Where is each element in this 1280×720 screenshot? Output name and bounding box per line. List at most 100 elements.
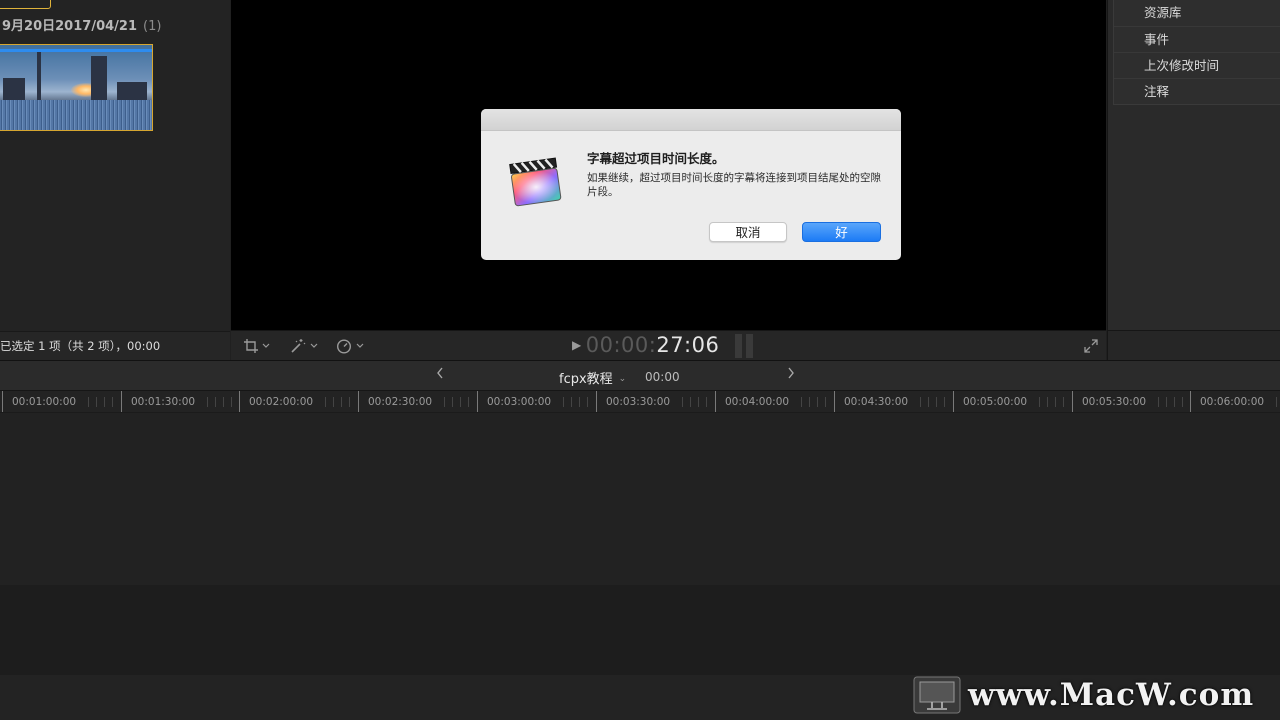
- transform-menu[interactable]: [243, 337, 270, 355]
- macw-logo-icon: [913, 676, 961, 714]
- ruler-tick: 00:05:30:00: [1072, 391, 1146, 412]
- watermark: www.MacW.com: [912, 672, 1280, 718]
- ruler-minor-tick: [1047, 397, 1048, 407]
- ruler-minor-tick: [223, 397, 224, 407]
- ruler-minor-tick: [88, 397, 89, 407]
- ruler-minor-tick: [1276, 397, 1277, 407]
- ruler-tick: 00:04:30:00: [834, 391, 908, 412]
- magic-wand-icon: [291, 339, 306, 353]
- ruler-minor-tick: [215, 397, 216, 407]
- project-selector[interactable]: fcpx教程 ⌄: [559, 368, 626, 387]
- ruler-minor-tick: [944, 397, 945, 407]
- thumbnail-pole: [37, 52, 41, 102]
- ruler-tick: 00:01:00:00: [2, 391, 76, 412]
- alert-dialog: 字幕超过项目时间长度。 如果继续，超过项目时间长度的字幕将连接到项目结尾处的空隙…: [481, 109, 901, 260]
- speedometer-icon: [336, 339, 352, 354]
- clip-selection-bar: [0, 49, 152, 52]
- timeline-track-area[interactable]: [0, 413, 1280, 585]
- ruler-minor-tick: [920, 397, 921, 407]
- ruler-minor-tick: [1158, 397, 1159, 407]
- ruler-minor-tick: [936, 397, 937, 407]
- ruler-minor-tick: [104, 397, 105, 407]
- ruler-tick: 00:06:00:00: [1190, 391, 1264, 412]
- ruler-minor-tick: [817, 397, 818, 407]
- sort-menu: 资源库 事件 上次修改时间 注释: [1113, 0, 1280, 105]
- ruler-minor-tick: [452, 397, 453, 407]
- timeline-header: fcpx教程 ⌄ 00:00: [0, 360, 1280, 391]
- ruler-minor-tick: [1174, 397, 1175, 407]
- chevron-down-icon: [310, 343, 318, 348]
- ruler-minor-tick: [825, 397, 826, 407]
- fullscreen-button[interactable]: [1084, 338, 1098, 357]
- ruler-minor-tick: [809, 397, 810, 407]
- chevron-right-icon: [788, 367, 794, 379]
- project-name: fcpx教程: [559, 372, 613, 387]
- browser-status-text: 已选定 1 项（共 2 项），00:00: [0, 331, 230, 360]
- crop-icon: [244, 339, 258, 353]
- event-group-title: 9月20日2017/04/21 (1): [2, 15, 161, 34]
- ruler-minor-tick: [1039, 397, 1040, 407]
- menu-item-notes[interactable]: 注释: [1114, 78, 1280, 104]
- project-duration: 00:00: [645, 370, 680, 384]
- clip-thumbnail[interactable]: [0, 44, 153, 131]
- clip-audio-waveform: [0, 100, 152, 130]
- ruler-minor-tick: [231, 397, 232, 407]
- ruler-minor-tick: [682, 397, 683, 407]
- enhance-menu[interactable]: [289, 337, 318, 355]
- menu-item-library[interactable]: 资源库: [1114, 0, 1280, 26]
- ruler-minor-tick: [1063, 397, 1064, 407]
- audio-meters[interactable]: [735, 334, 755, 358]
- ruler-minor-tick: [207, 397, 208, 407]
- ruler-minor-tick: [1055, 397, 1056, 407]
- ruler-tick: 00:05:00:00: [953, 391, 1027, 412]
- ruler-tick: 00:02:30:00: [358, 391, 432, 412]
- ruler-minor-tick: [563, 397, 564, 407]
- thumbnail-tower: [91, 56, 107, 102]
- ruler-tick: 00:01:30:00: [121, 391, 195, 412]
- browser-pane: 9月20日2017/04/21 (1) 已选定 1 项（共 2 项），00:00: [0, 0, 230, 360]
- menu-item-last-modified[interactable]: 上次修改时间: [1114, 52, 1280, 78]
- ruler-minor-tick: [468, 397, 469, 407]
- ruler-minor-tick: [325, 397, 326, 407]
- expand-icon: [1084, 339, 1098, 353]
- ruler-tick: 00:03:00:00: [477, 391, 551, 412]
- ruler-minor-tick: [587, 397, 588, 407]
- ruler-minor-tick: [690, 397, 691, 407]
- audio-meter-left: [735, 334, 742, 358]
- ruler-minor-tick: [1182, 397, 1183, 407]
- previous-project-button[interactable]: [436, 367, 444, 383]
- ruler-minor-tick: [460, 397, 461, 407]
- ruler-minor-tick: [571, 397, 572, 407]
- retime-menu[interactable]: [335, 337, 364, 355]
- ruler-minor-tick: [1166, 397, 1167, 407]
- next-project-button[interactable]: [787, 367, 795, 383]
- ruler-minor-tick: [698, 397, 699, 407]
- ruler-minor-tick: [112, 397, 113, 407]
- timeline-ruler[interactable]: 00:01:00:00 00:01:30:00 00:02:00:00 00:0…: [0, 391, 1280, 413]
- timecode-display[interactable]: ▶ 00:00:27:06: [572, 333, 719, 357]
- dialog-title: 字幕超过项目时间长度。: [587, 151, 725, 166]
- ruler-minor-tick: [333, 397, 334, 407]
- ok-button[interactable]: 好: [802, 222, 881, 242]
- ruler-minor-tick: [706, 397, 707, 407]
- ruler-minor-tick: [928, 397, 929, 407]
- cancel-button[interactable]: 取消: [709, 222, 787, 242]
- ruler-minor-tick: [579, 397, 580, 407]
- play-icon[interactable]: ▶: [572, 338, 582, 352]
- menu-item-event[interactable]: 事件: [1114, 26, 1280, 52]
- timecode-dim-part: 00:00:: [585, 333, 657, 357]
- ruler-tick: 00:02:00:00: [239, 391, 313, 412]
- audio-meter-right: [746, 334, 753, 358]
- thumbnail-building: [117, 82, 147, 102]
- ruler-tick: 00:03:30:00: [596, 391, 670, 412]
- selected-clip-frame[interactable]: [0, 0, 51, 9]
- dialog-message: 如果继续，超过项目时间长度的字幕将连接到项目结尾处的空隙片段。: [587, 172, 881, 198]
- chevron-down-icon: [262, 343, 270, 348]
- viewer-toolbar: ▶ 00:00:27:06: [231, 330, 1106, 360]
- timeline-lower-area[interactable]: [0, 585, 1280, 675]
- ruler-minor-tick: [801, 397, 802, 407]
- ruler-minor-tick: [349, 397, 350, 407]
- dialog-titlebar[interactable]: [481, 109, 901, 131]
- event-group-date: 9月20日2017/04/21: [2, 19, 137, 34]
- final-cut-pro-icon: [509, 157, 562, 207]
